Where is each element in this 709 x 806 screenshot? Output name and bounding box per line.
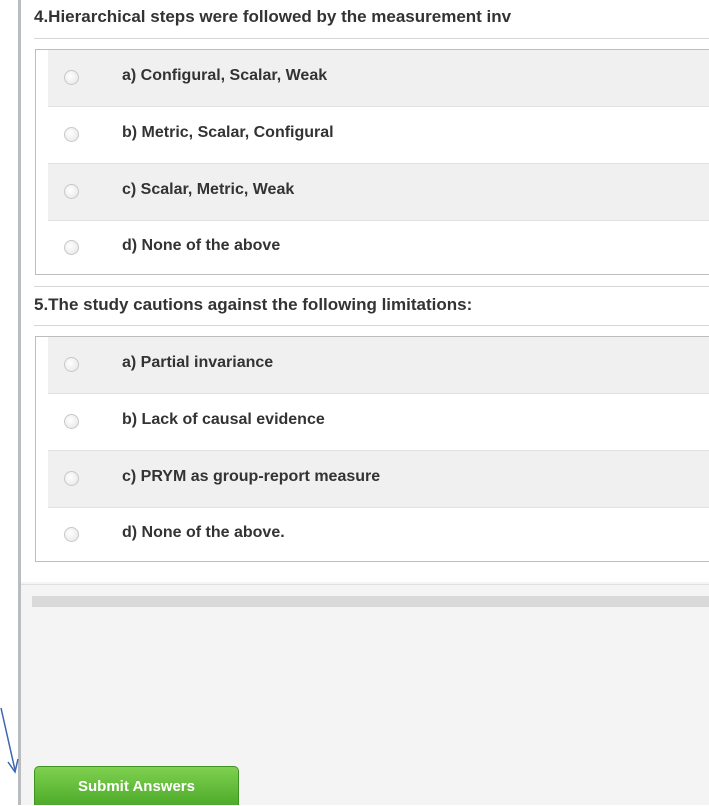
submit-answers-button[interactable]: Submit Answers xyxy=(34,766,239,805)
arrow-down-icon xyxy=(0,707,19,774)
